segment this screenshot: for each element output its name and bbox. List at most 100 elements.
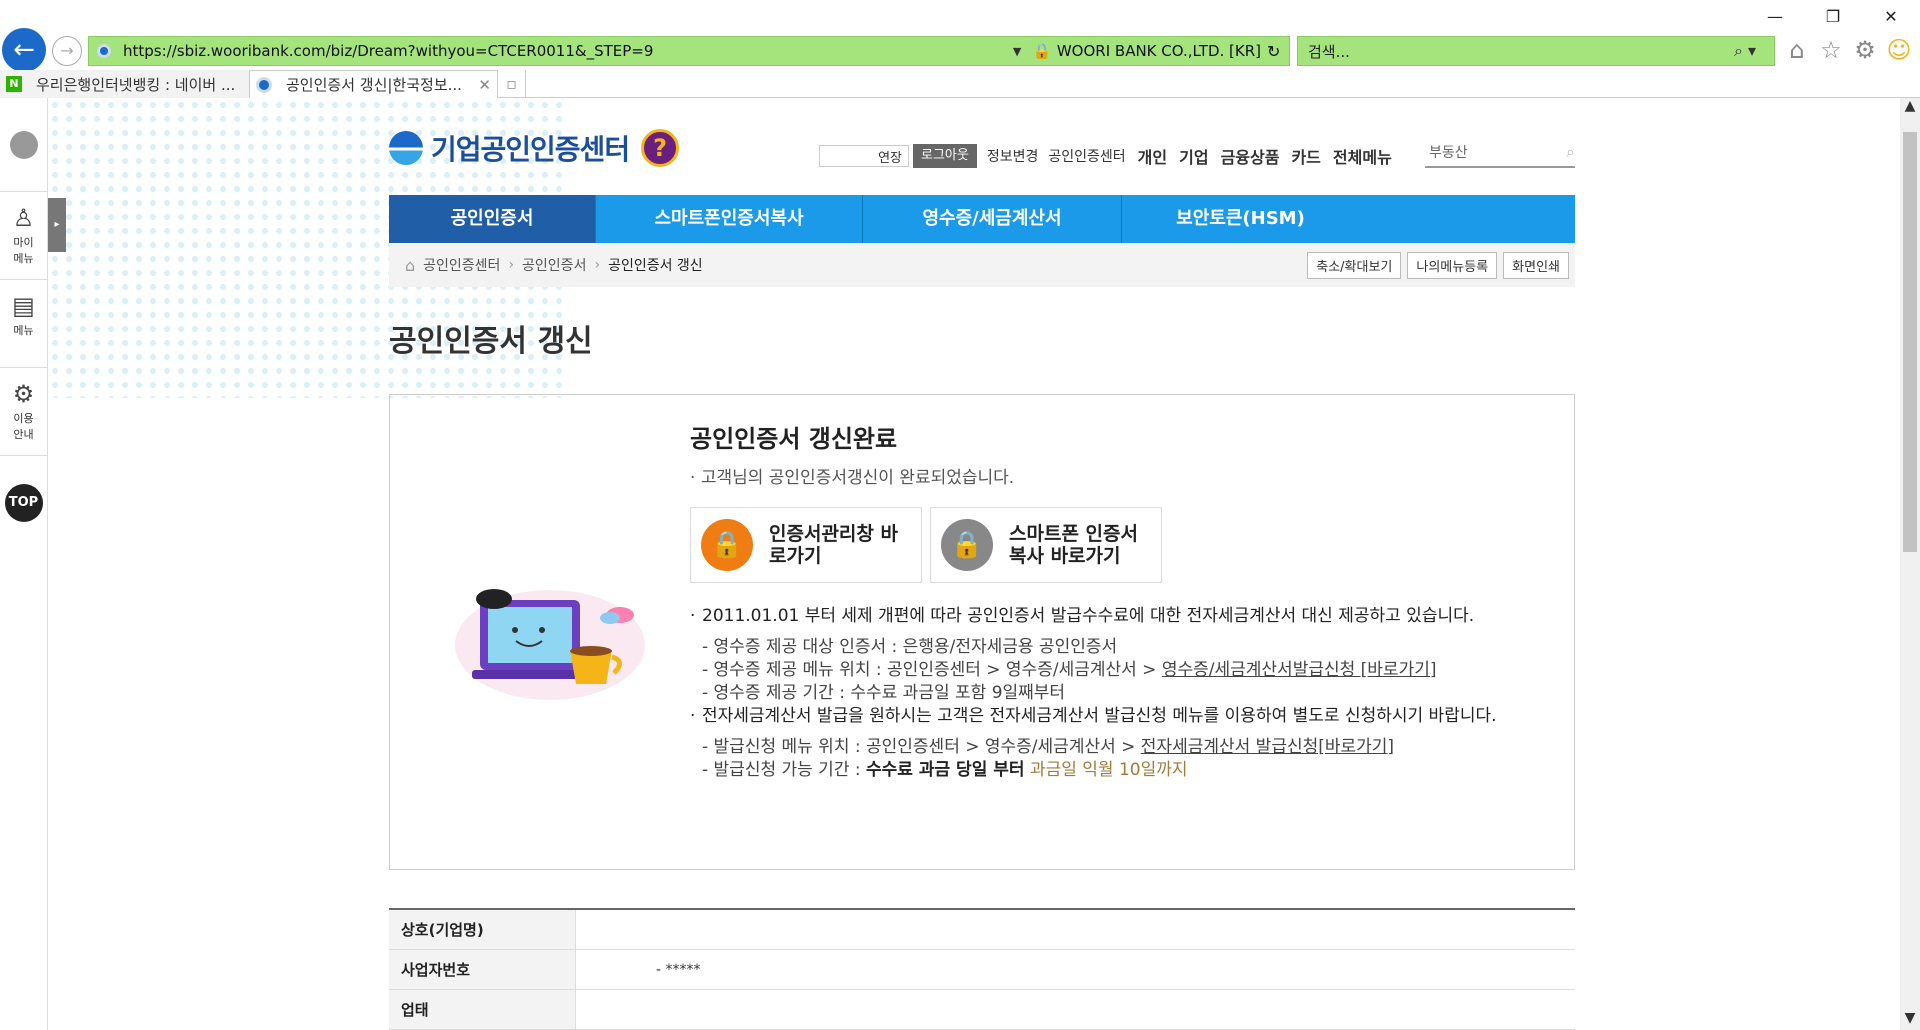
browser-toolbar: ← → https://sbiz.wooribank.com/biz/Dream… xyxy=(0,0,1920,98)
refresh-icon[interactable]: ↻ xyxy=(1267,42,1289,61)
tab-title: 우리은행인터넷뱅킹 : 네이버 ... xyxy=(36,75,236,94)
nav-tab-hsm[interactable]: 보안토큰(HSM) xyxy=(1122,195,1359,243)
site-search[interactable]: 부동산 ⌕ xyxy=(1425,138,1575,168)
lock-icon: 🔒 xyxy=(701,519,753,571)
new-tab-icon[interactable]: ▫ xyxy=(498,70,526,98)
woori-logo-icon xyxy=(9,130,38,159)
certificate-label[interactable]: WOORI BANK CO.,LTD. [KR] xyxy=(1051,42,1267,60)
toolbar-icons: ⌂ ☆ ⚙ ☺ xyxy=(1784,36,1912,64)
gnb-link-allmenu[interactable]: 전체메뉴 xyxy=(1333,144,1392,168)
receipt-request-link[interactable]: 영수증/세금계산서발급신청 [바로가기] xyxy=(1162,660,1437,680)
sidebar-item-guide[interactable]: ⚙ 이용 안내 xyxy=(0,368,47,456)
nav-tab-cert[interactable]: 공인인증서 xyxy=(389,195,596,243)
back-arrow-icon[interactable]: ← xyxy=(2,28,46,72)
gnb-link-products[interactable]: 금융상품 xyxy=(1221,144,1280,168)
tab-cert-renew[interactable]: 공인인증서 갱신|한국정보... ✕ xyxy=(250,70,498,98)
close-icon[interactable]: ✕ xyxy=(1862,0,1920,34)
main-nav: 공인인증서 스마트폰인증서복사 영수증/세금계산서 보안토큰(HSM) xyxy=(389,195,1575,243)
search-icon[interactable]: ⌕ xyxy=(1566,142,1575,162)
smartphone-copy-button[interactable]: 🔒 스마트폰 인증서 복사 바로가기 xyxy=(930,507,1162,583)
row-label: 상호(기업명) xyxy=(389,910,576,949)
nav-tab-smartphone-copy[interactable]: 스마트폰인증서복사 xyxy=(596,195,863,243)
scroll-up-icon[interactable]: ▲ xyxy=(1900,98,1920,118)
quick-sidebar: ♙ 마이 메뉴 ▤ 메뉴 ⚙ 이용 안내 TOP xyxy=(0,98,48,1030)
table-row: 상호(기업명) xyxy=(389,910,1575,950)
button-label: 스마트폰 인증서 복사 바로가기 xyxy=(1009,523,1138,567)
tax-invoice-link[interactable]: 전자세금계산서 발급신청[바로가기] xyxy=(1141,737,1394,757)
breadcrumb-item[interactable]: 공인인증서 xyxy=(522,255,586,275)
company-info-table: 상호(기업명) 사업자번호 - ***** 업태 xyxy=(389,908,1575,1030)
gnb-link-business[interactable]: 기업 xyxy=(1179,144,1208,168)
page-tools: 축소/확대보기 나의메뉴등록 화면인쇄 xyxy=(1307,251,1575,279)
table-row: 업태 xyxy=(389,990,1575,1030)
cert-manager-button[interactable]: 🔒 인증서관리창 바로가기 xyxy=(690,507,922,583)
smiley-icon[interactable]: ☺ xyxy=(1886,36,1912,64)
table-row: 사업자번호 - ***** xyxy=(389,950,1575,990)
site-logo[interactable]: 기업공인인증센터 ? xyxy=(389,128,680,168)
star-icon[interactable]: ☆ xyxy=(1818,36,1844,64)
tab-naver[interactable]: N 우리은행인터넷뱅킹 : 네이버 ... xyxy=(0,70,250,98)
search-icon[interactable]: ⌕ ▾ xyxy=(1734,41,1774,61)
site-favicon-icon xyxy=(97,44,111,58)
notice-subitem: - 영수증 제공 메뉴 위치 : 공인인증센터 > 영수증/세금계산서 > 영수… xyxy=(702,660,1437,680)
breadcrumb: ⌂ 공인인증센터 › 공인인증서 › 공인인증서 갱신 축소/확대보기 나의메뉴… xyxy=(389,243,1575,287)
cert-center-link[interactable]: 공인인증센터 xyxy=(1048,146,1125,166)
browser-search-box[interactable]: 검색... ⌕ ▾ xyxy=(1297,36,1775,66)
zoom-button[interactable]: 축소/확대보기 xyxy=(1307,251,1402,279)
row-value xyxy=(576,910,1575,949)
laptop-coffee-illustration xyxy=(455,589,645,700)
tab-close-icon[interactable]: ✕ xyxy=(478,76,491,94)
nav-tab-receipt[interactable]: 영수증/세금계산서 xyxy=(863,195,1122,243)
home-icon[interactable]: ⌂ xyxy=(405,256,415,275)
notice-item: 2011.01.01 부터 세제 개편에 따라 공인인증서 발급수수료에 대한 … xyxy=(690,605,1550,628)
row-label: 업태 xyxy=(389,990,576,1029)
sidebar-label: 메뉴 xyxy=(13,324,34,337)
chevron-right-icon: › xyxy=(508,257,515,273)
home-icon[interactable]: ⌂ xyxy=(1784,36,1810,64)
utility-links: 연장 로그아웃 정보변경 공인인증센터 개인 기업 금융상품 카드 전체메뉴 xyxy=(819,144,1392,168)
browser-search-input[interactable]: 검색... xyxy=(1308,41,1734,62)
help-icon[interactable]: ? xyxy=(641,129,680,167)
scroll-down-icon[interactable]: ▼ xyxy=(1900,1010,1920,1030)
site-search-input[interactable]: 부동산 xyxy=(1425,142,1566,162)
top-button[interactable]: TOP xyxy=(4,484,43,522)
row-value: - ***** xyxy=(656,962,701,978)
sidebar-label: 이용 안내 xyxy=(13,412,34,441)
lock-icon[interactable]: 🔒 xyxy=(1033,42,1052,60)
woori-icon xyxy=(256,76,272,93)
notice-list: 2011.01.01 부터 세제 개편에 따라 공인인증서 발급수수료에 대한 … xyxy=(690,605,1550,782)
notice-subitem: - 영수증 제공 대상 인증서 : 은행용/전자세금용 공인인증서 xyxy=(702,637,1118,657)
logout-button[interactable]: 로그아웃 xyxy=(913,144,977,168)
sidebar-item-mymenu[interactable]: ♙ 마이 메뉴 xyxy=(0,192,47,280)
vertical-scrollbar[interactable]: ▲ ▼ xyxy=(1900,98,1920,1030)
print-button[interactable]: 화면인쇄 xyxy=(1503,251,1569,279)
notice-subitem: - 발급신청 가능 기간 : 수수료 과금 당일 부터 과금일 익월 10일까지 xyxy=(702,760,1188,780)
address-bar[interactable]: https://sbiz.wooribank.com/biz/Dream?wit… xyxy=(88,36,1290,66)
chevron-down-icon[interactable]: ▼ xyxy=(1013,45,1033,58)
gear-icon: ⚙ xyxy=(12,380,35,408)
page-title: 공인인증서 갱신 xyxy=(389,324,593,359)
row-label: 사업자번호 xyxy=(389,950,576,989)
chevron-right-icon: › xyxy=(594,257,601,273)
extend-session-button[interactable]: 연장 xyxy=(819,145,909,167)
woori-logo-icon xyxy=(389,131,423,165)
sidebar-toggle[interactable]: ▸ xyxy=(48,198,66,252)
restore-icon[interactable]: ❐ xyxy=(1804,0,1862,34)
forward-arrow-icon[interactable]: → xyxy=(52,36,82,66)
window-controls: — ❐ ✕ xyxy=(1746,0,1920,34)
sidebar-logo[interactable] xyxy=(0,98,47,192)
notice-subitem: - 발급신청 메뉴 위치 : 공인인증센터 > 영수증/세금계산서 > 전자세금… xyxy=(702,737,1395,757)
minimize-icon[interactable]: — xyxy=(1746,0,1804,34)
add-mymenu-button[interactable]: 나의메뉴등록 xyxy=(1407,251,1498,279)
sidebar-item-menu[interactable]: ▤ 메뉴 xyxy=(0,280,47,368)
gnb-link-personal[interactable]: 개인 xyxy=(1138,144,1167,168)
breadcrumb-item[interactable]: 공인인증센터 xyxy=(423,255,500,275)
lock-icon: 🔒 xyxy=(941,519,993,571)
url-text[interactable]: https://sbiz.wooribank.com/biz/Dream?wit… xyxy=(123,42,1013,60)
gnb-link-card[interactable]: 카드 xyxy=(1291,144,1320,168)
info-change-link[interactable]: 정보변경 xyxy=(987,146,1039,166)
notice-item: 전자세금계산서 발급을 원하시는 고객은 전자세금계산서 발급신청 메뉴를 이용… xyxy=(690,705,1550,728)
gear-icon[interactable]: ⚙ xyxy=(1852,36,1878,64)
scroll-thumb[interactable] xyxy=(1903,132,1917,552)
breadcrumb-current: 공인인증서 갱신 xyxy=(608,258,703,274)
